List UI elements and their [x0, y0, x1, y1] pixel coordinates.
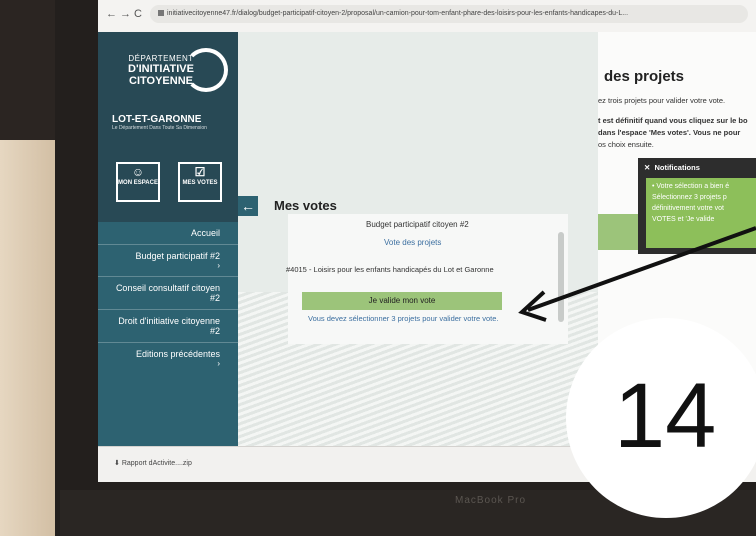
step-number-badge: 14	[566, 318, 756, 518]
arrow-shaft	[527, 226, 756, 312]
step-number: 14	[614, 365, 717, 467]
